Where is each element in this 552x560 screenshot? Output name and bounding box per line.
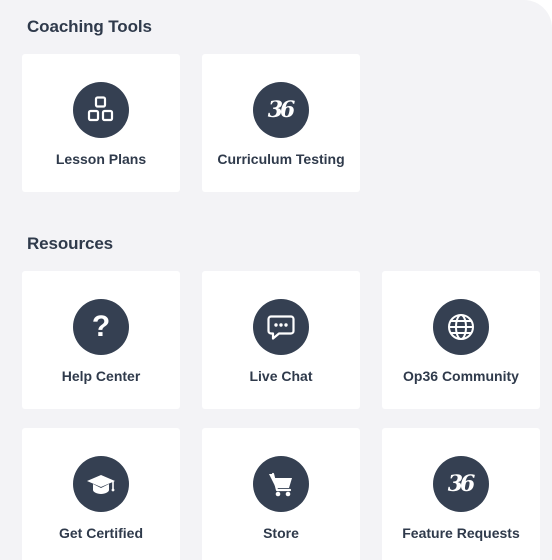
question-mark-glyph: ? <box>91 310 111 343</box>
resources-heading: Resources <box>27 234 114 253</box>
feature-requests-tile[interactable]: 36 Feature Requests <box>382 428 540 560</box>
op36-community-label: Op36 Community <box>403 368 519 384</box>
lesson-plans-label: Lesson Plans <box>55 151 147 167</box>
get-certified-tile[interactable]: Get Certified <box>22 428 180 560</box>
question-mark-icon: ? <box>73 299 129 355</box>
feature-requests-label: Feature Requests <box>402 525 520 541</box>
store-tile[interactable]: Store <box>202 428 360 560</box>
tools-panel: Coaching Tools Lesson Plans 36 Curriculu… <box>0 0 552 560</box>
chat-bubble-icon <box>253 299 309 355</box>
op36-community-tile[interactable]: Op36 Community <box>382 271 540 409</box>
curriculum-testing-label: Curriculum Testing <box>217 151 345 167</box>
curriculum-testing-tile[interactable]: 36 Curriculum Testing <box>202 54 360 192</box>
help-center-tile[interactable]: ? Help Center <box>22 271 180 409</box>
op36-logo-text: 36 <box>447 471 476 497</box>
live-chat-tile[interactable]: Live Chat <box>202 271 360 409</box>
get-certified-label: Get Certified <box>58 525 143 541</box>
globe-icon <box>433 299 489 355</box>
op36-logo-icon: 36 <box>253 82 309 138</box>
op36-logo-icon: 36 <box>433 456 489 512</box>
lesson-plans-tile[interactable]: Lesson Plans <box>22 54 180 192</box>
shopping-cart-icon <box>253 456 309 512</box>
coaching-tools-heading: Coaching Tools <box>27 17 152 36</box>
lesson-plans-icon <box>73 82 129 138</box>
help-center-label: Help Center <box>61 368 141 384</box>
graduation-cap-icon <box>73 456 129 512</box>
live-chat-label: Live Chat <box>249 368 313 384</box>
store-label: Store <box>263 525 299 541</box>
op36-logo-text: 36 <box>267 97 296 123</box>
